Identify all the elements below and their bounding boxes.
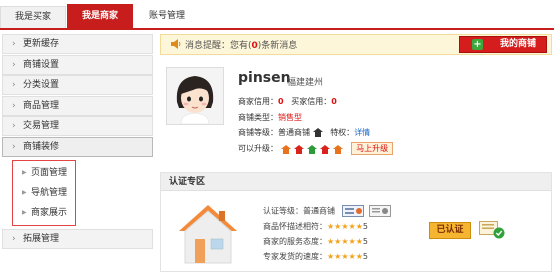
shop-cert-icon xyxy=(341,205,364,217)
id-cert-icon xyxy=(369,205,392,217)
speaker-icon xyxy=(171,39,181,49)
sidebar-item-label: 分类设置 xyxy=(23,80,60,90)
rating-score: 5 xyxy=(362,252,368,261)
verified-button[interactable]: 已认证 xyxy=(429,222,471,239)
seller-credit-value: 0 xyxy=(278,97,284,106)
chevron-down-icon: › xyxy=(12,141,16,152)
sidebar-item-label: 商铺设置 xyxy=(23,59,60,70)
privilege-label: 特权： xyxy=(330,128,355,137)
rating-row-service: 商家的服务态度：★★★★★5 xyxy=(263,236,368,247)
rating-stars: ★★★★★ xyxy=(327,222,363,231)
my-shop-button[interactable]: + 我的商铺 xyxy=(459,36,547,53)
triangle-right-icon: ▶ xyxy=(22,208,27,216)
submenu-item-nav-management[interactable]: ▶ 导航管理 xyxy=(13,183,75,203)
message-notice-bar: 消息提醒：您有(0)条新消息 + 我的商铺 xyxy=(160,34,552,55)
triangle-right-icon: ▶ xyxy=(22,168,27,176)
rating-stars: ★★★★★ xyxy=(327,237,363,246)
chevron-right-icon: › xyxy=(12,80,16,90)
avatar xyxy=(166,67,224,125)
upgrade-row: 可以升级： 马上升级 xyxy=(238,142,394,155)
sidebar-item-label: 商铺装修 xyxy=(23,141,60,152)
rating-score: 5 xyxy=(362,222,368,231)
sidebar: › 更新缓存 › 商铺设置 › 分类设置 › 商品管理 › 交易管理 › 商铺装… xyxy=(2,34,153,249)
submenu-item-page-management[interactable]: ▶ 页面管理 xyxy=(13,163,75,183)
decoration-submenu: ▶ 页面管理 ▶ 导航管理 ▶ 商家展示 xyxy=(12,159,76,226)
cert-level-value: 普通商铺 xyxy=(303,206,335,216)
rating-row-description: 商品怀描述相符：★★★★★5 xyxy=(263,221,368,232)
credit-row: 商家信用：0 买家信用：0 xyxy=(238,96,337,107)
certificate-check-icon xyxy=(479,221,505,239)
shop-type-label: 商铺类型： xyxy=(238,113,278,122)
tab-account[interactable]: 账号管理 xyxy=(134,6,200,28)
tab-buyer[interactable]: 我是买家 xyxy=(0,6,66,28)
cert-level-row: 认证等级：普通商铺 xyxy=(263,205,392,217)
notice-suffix: )条新消息 xyxy=(257,41,298,51)
sidebar-item-label: 商品管理 xyxy=(23,100,60,111)
shop-level-row: 商铺等级：普通商铺 特权：详情 xyxy=(238,127,370,138)
notice-text: 消息提醒：您有(0)条新消息 xyxy=(185,38,297,51)
buyer-credit-label: 买家信用： xyxy=(291,97,332,106)
chevron-right-icon: › xyxy=(12,121,16,131)
chevron-right-icon: › xyxy=(12,39,16,49)
submenu-item-merchant-display[interactable]: ▶ 商家展示 xyxy=(13,203,75,223)
sidebar-item-shop-settings[interactable]: › 商铺设置 xyxy=(2,54,153,75)
cert-level-label: 认证等级： xyxy=(263,206,303,216)
upgrade-label: 可以升级： xyxy=(238,144,278,153)
chevron-right-icon: › xyxy=(12,59,16,70)
shop-type-row: 商铺类型：销售型 xyxy=(238,112,302,123)
privilege-details-link[interactable]: 详情 xyxy=(354,128,370,137)
certification-title: 认证专区 xyxy=(161,173,551,191)
top-tab-bar: 我是买家 我是商家 账号管理 xyxy=(0,0,554,30)
shop-owner-name: pinsen xyxy=(238,70,291,86)
house-icon xyxy=(312,128,323,137)
sidebar-item-shop-decoration[interactable]: › 商铺装修 xyxy=(2,136,153,157)
rating-stars: ★★★★★ xyxy=(327,252,363,261)
chevron-right-icon: › xyxy=(12,233,16,244)
rating-label: 商家的服务态度： xyxy=(263,237,327,246)
sidebar-item-product-management[interactable]: › 商品管理 xyxy=(2,95,153,116)
rating-row-delivery: 专家发货的速度：★★★★★5 xyxy=(263,251,368,262)
submenu-item-label: 导航管理 xyxy=(31,187,68,198)
avatar-girl-illustration xyxy=(167,68,223,125)
sidebar-item-label: 拓展管理 xyxy=(23,233,60,244)
tab-seller[interactable]: 我是商家 xyxy=(67,4,133,28)
submenu-item-label: 页面管理 xyxy=(31,167,68,178)
seller-credit-label: 商家信用： xyxy=(238,97,278,106)
sidebar-item-label: 更新缓存 xyxy=(23,39,60,49)
shop-house-illustration xyxy=(179,205,237,264)
my-shop-button-label: 我的商铺 xyxy=(500,39,537,49)
certification-section: 认证专区 认证等级：普通商铺 商品怀描述相符：★★★★★5 商家的服务态度：★★… xyxy=(160,172,552,272)
shop-level-label: 商铺等级： xyxy=(238,128,278,137)
shop-level-value: 普通商铺 xyxy=(278,128,310,137)
shop-type-value: 销售型 xyxy=(278,113,302,122)
location-text: 福建建州 xyxy=(287,78,324,88)
sidebar-item-trade-management[interactable]: › 交易管理 xyxy=(2,116,153,136)
tab-underline xyxy=(0,28,554,30)
submenu-item-label: 商家展示 xyxy=(31,207,68,218)
rating-label: 商品怀描述相符： xyxy=(263,222,327,231)
sidebar-item-category-settings[interactable]: › 分类设置 xyxy=(2,75,153,95)
level-houses-icon xyxy=(280,144,343,154)
notice-prefix: 消息提醒：您有( xyxy=(185,41,252,51)
triangle-right-icon: ▶ xyxy=(22,188,27,196)
buyer-credit-value: 0 xyxy=(331,97,337,106)
rating-score: 5 xyxy=(362,237,368,246)
sidebar-item-update-cache[interactable]: › 更新缓存 xyxy=(2,34,153,54)
plus-icon: + xyxy=(472,39,483,50)
sidebar-item-label: 交易管理 xyxy=(23,121,60,131)
sidebar-item-extension-management[interactable]: › 拓展管理 xyxy=(2,228,153,249)
upgrade-now-button[interactable]: 马上升级 xyxy=(351,142,394,155)
chevron-right-icon: › xyxy=(12,100,16,111)
rating-label: 专家发货的速度： xyxy=(263,252,327,261)
